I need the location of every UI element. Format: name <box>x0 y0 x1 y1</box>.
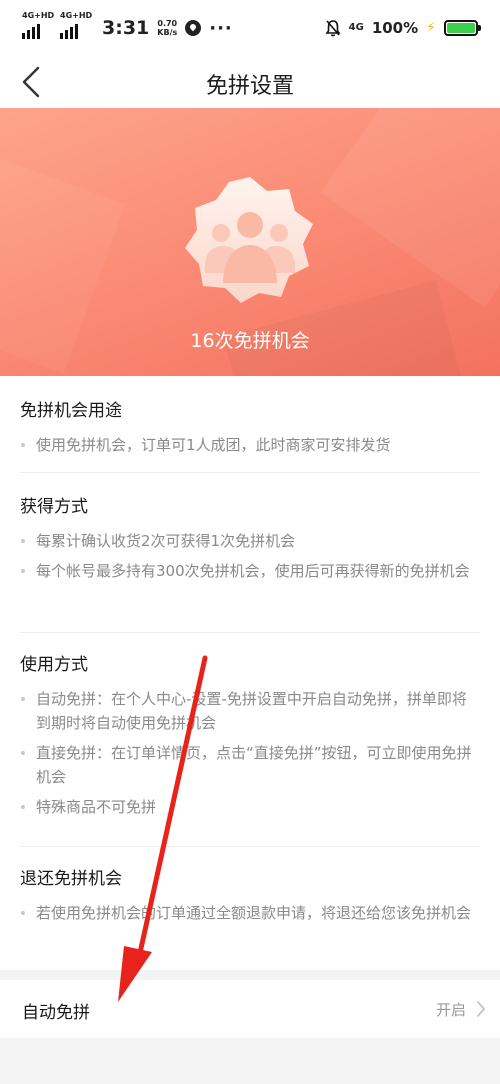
network-right: 4G <box>348 22 364 33</box>
list-item: 每个帐号最多持有300次免拼机会，使用后可再获得新的免拼机会 <box>20 559 480 583</box>
divider <box>20 632 480 633</box>
divider <box>20 472 480 473</box>
network-type-2: 4G+HD <box>60 11 93 20</box>
hero-banner: 16次免拼机会 <box>0 108 500 376</box>
section-obtain: 获得方式 每累计确认收货2次可获得1次免拼机会 每个帐号最多持有300次免拼机会… <box>20 492 480 583</box>
battery-percent: 100% <box>371 19 419 37</box>
chevron-right-icon <box>477 1001 485 1017</box>
section-title: 使用方式 <box>20 655 88 675</box>
signal-icon-2: 4G+HD <box>60 11 92 39</box>
section-how-to-use: 使用方式 自动免拼：在个人中心-设置-免拼设置中开启自动免拼，拼单即将到期时将自… <box>20 650 480 819</box>
battery-icon <box>444 20 481 36</box>
section-refund: 退还免拼机会 若使用免拼机会的订单通过全额退款申请，将退还给您该免拼机会 <box>20 864 480 925</box>
setting-label: 自动免拼 <box>22 1003 90 1023</box>
list-item: 使用免拼机会，订单可1人成团，此时商家可安排发货 <box>20 433 480 457</box>
bell-off-icon <box>325 20 341 37</box>
section-title: 退还免拼机会 <box>20 869 122 889</box>
more-notifications-icon: ··· <box>209 17 233 39</box>
list-item: 每累计确认收货2次可获得1次免拼机会 <box>20 529 480 553</box>
signal-icon-1: 4G+HD <box>22 11 54 39</box>
list-item: 若使用免拼机会的订单通过全额退款申请，将退还给您该免拼机会 <box>20 901 480 925</box>
hero-decoration <box>320 108 500 308</box>
nav-bar: 免拼设置 <box>0 56 500 108</box>
network-speed: 0.70 KB/s <box>157 19 177 37</box>
info-card: 免拼机会用途 使用免拼机会，订单可1人成团，此时商家可安排发货 获得方式 每累计… <box>0 376 500 970</box>
status-right: 4G 100% ⚡ <box>325 19 481 37</box>
divider <box>20 846 480 847</box>
section-title: 获得方式 <box>20 497 88 517</box>
page-title: 免拼设置 <box>205 74 294 99</box>
charging-icon: ⚡ <box>426 20 436 36</box>
section-title: 免拼机会用途 <box>20 401 122 421</box>
setting-value: 开启 <box>435 1001 466 1019</box>
list-item: 直接免拼：在订单详情页，点击“直接免拼”按钮，可立即使用免拼机会 <box>20 741 480 789</box>
badge-icon <box>185 177 313 303</box>
auto-free-group-setting[interactable]: 自动免拼 开启 <box>0 980 500 1038</box>
clock: 3:31 <box>102 17 150 39</box>
status-left: 4G+HD 4G+HD 3:31 0.70 KB/s ··· <box>22 11 233 39</box>
status-bar: 4G+HD 4G+HD 3:31 0.70 KB/s ··· 4G 100% ⚡ <box>0 0 500 56</box>
network-type-1: 4G+HD <box>22 11 55 20</box>
speed-value: 0.70 <box>157 19 178 28</box>
section-usage: 免拼机会用途 使用免拼机会，订单可1人成团，此时商家可安排发货 <box>20 396 480 457</box>
speed-unit: KB/s <box>157 28 178 37</box>
list-item: 自动免拼：在个人中心-设置-免拼设置中开启自动免拼，拼单即将到期时将自动使用免拼… <box>20 687 480 735</box>
list-item: 特殊商品不可免拼 <box>20 795 480 819</box>
location-icon <box>185 20 202 36</box>
free-group-count: 16次免拼机会 <box>190 330 310 352</box>
